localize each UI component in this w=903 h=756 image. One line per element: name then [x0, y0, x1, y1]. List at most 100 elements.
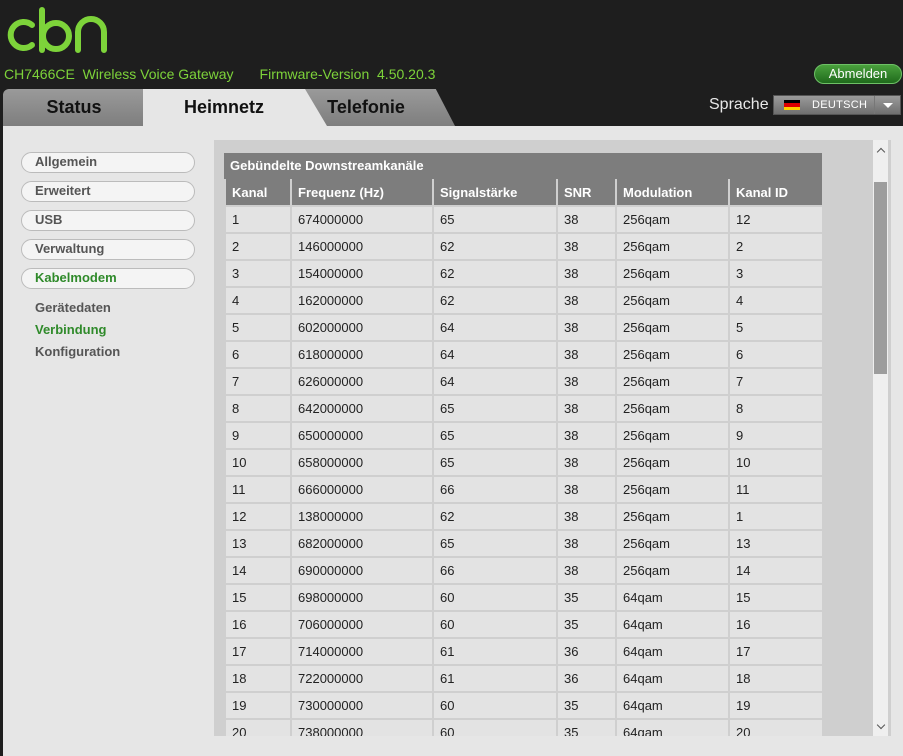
table-cell: 36 — [556, 664, 617, 693]
table-cell: 12 — [224, 502, 292, 531]
table-cell: 256qam — [615, 205, 730, 234]
table-cell: 60 — [432, 718, 558, 736]
germany-flag-icon — [784, 100, 800, 110]
table-row: 5 602000000 64 38 256qam 5 — [224, 313, 824, 342]
table-cell: 16 — [224, 610, 292, 639]
column-header: Frequenz (Hz) — [290, 179, 434, 207]
table-cell: 698000000 — [290, 583, 434, 612]
table-cell: 4 — [224, 286, 292, 315]
table-cell: 602000000 — [290, 313, 434, 342]
column-header: Kanal — [224, 179, 292, 207]
sidebar-item-usb[interactable]: USB — [21, 210, 195, 231]
column-header: Kanal ID — [728, 179, 824, 207]
table-cell: 65 — [432, 448, 558, 477]
table-body: 1 674000000 65 38 256qam 12 2 146000000 62 38 256q… — [224, 205, 824, 736]
downstream-table: Kanal Frequenz (Hz) Signalstärke SNR Mod… — [224, 179, 824, 736]
table-cell: 3 — [728, 259, 824, 288]
table-cell: 60 — [432, 610, 558, 639]
table-cell: 65 — [432, 529, 558, 558]
table-cell: 5 — [224, 313, 292, 342]
table-cell: 8 — [224, 394, 292, 423]
table-row: 4 162000000 62 38 256qam 4 — [224, 286, 824, 315]
main-panel: Allgemein Erweitert USB Verwaltung Kabel… — [3, 126, 903, 756]
table-cell: 38 — [556, 313, 617, 342]
table-cell: 64qam — [615, 718, 730, 736]
table-cell: 62 — [432, 259, 558, 288]
language-selected: DEUTSCH — [812, 99, 868, 111]
table-cell: 256qam — [615, 448, 730, 477]
tab-heimnetz[interactable]: Heimnetz — [143, 89, 327, 126]
sidebar: Allgemein Erweitert USB Verwaltung Kabel… — [21, 152, 197, 363]
column-header: Modulation — [615, 179, 730, 207]
sidebar-subitem-geraetedaten[interactable]: Gerätedaten — [21, 297, 197, 319]
table-cell: 38 — [556, 448, 617, 477]
table-cell: 658000000 — [290, 448, 434, 477]
table-cell: 13 — [728, 529, 824, 558]
table-row: 11 666000000 66 38 256qam 11 — [224, 475, 824, 504]
table-cell: 61 — [432, 664, 558, 693]
table-cell: 38 — [556, 421, 617, 450]
table-cell: 11 — [224, 475, 292, 504]
table-cell: 38 — [556, 259, 617, 288]
table-cell: 256qam — [615, 556, 730, 585]
table-cell: 12 — [728, 205, 824, 234]
table-cell: 10 — [728, 448, 824, 477]
table-cell: 35 — [556, 691, 617, 720]
table-cell: 256qam — [615, 367, 730, 396]
column-header: Signalstärke — [432, 179, 558, 207]
table-cell: 256qam — [615, 313, 730, 342]
table-row: 15 698000000 60 35 64qam 15 — [224, 583, 824, 612]
table-row: 1 674000000 65 38 256qam 12 — [224, 205, 824, 234]
table-cell: 674000000 — [290, 205, 434, 234]
sidebar-item-allgemein[interactable]: Allgemein — [21, 152, 195, 173]
table-cell: 626000000 — [290, 367, 434, 396]
scroll-up-icon[interactable] — [873, 142, 888, 158]
device-name: CH7466CE Wireless Voice Gateway — [4, 66, 234, 82]
table-cell: 65 — [432, 394, 558, 423]
table-cell: 38 — [556, 502, 617, 531]
language-label: Sprache — [709, 96, 769, 113]
table-cell: 618000000 — [290, 340, 434, 369]
sidebar-item-verwaltung[interactable]: Verwaltung — [21, 239, 195, 260]
table-cell: 650000000 — [290, 421, 434, 450]
vertical-scrollbar[interactable] — [873, 140, 888, 736]
table-cell: 256qam — [615, 286, 730, 315]
tab-status[interactable]: Status — [3, 89, 145, 126]
sidebar-subitem-konfiguration[interactable]: Konfiguration — [21, 341, 197, 363]
table-cell: 14 — [224, 556, 292, 585]
table-cell: 8 — [728, 394, 824, 423]
table-cell: 62 — [432, 286, 558, 315]
sidebar-item-erweitert[interactable]: Erweitert — [21, 181, 195, 202]
logout-button[interactable]: Abmelden — [814, 64, 902, 84]
table-cell: 60 — [432, 583, 558, 612]
table-row: 10 658000000 65 38 256qam 10 — [224, 448, 824, 477]
table-cell: 10 — [224, 448, 292, 477]
table-cell: 62 — [432, 232, 558, 261]
table-cell: 14 — [728, 556, 824, 585]
table-cell: 64 — [432, 367, 558, 396]
table-cell: 2 — [224, 232, 292, 261]
table-cell: 13 — [224, 529, 292, 558]
table-cell: 36 — [556, 637, 617, 666]
table-cell: 35 — [556, 610, 617, 639]
chevron-down-icon[interactable] — [874, 96, 900, 114]
table-cell: 17 — [224, 637, 292, 666]
sidebar-subitem-verbindung[interactable]: Verbindung — [21, 319, 197, 341]
table-cell: 66 — [432, 475, 558, 504]
table-cell: 35 — [556, 718, 617, 736]
language-select[interactable]: DEUTSCH — [773, 95, 901, 115]
table-cell: 38 — [556, 367, 617, 396]
table-cell: 60 — [432, 691, 558, 720]
content-area: Gebündelte Downstreamkanäle Kanal Freque… — [214, 140, 891, 736]
scroll-down-icon[interactable] — [873, 718, 888, 734]
table-cell: 162000000 — [290, 286, 434, 315]
sidebar-item-kabelmodem[interactable]: Kabelmodem — [21, 268, 195, 289]
table-cell: 6 — [728, 340, 824, 369]
table-cell: 19 — [224, 691, 292, 720]
table-cell: 3 — [224, 259, 292, 288]
table-header-row: Kanal Frequenz (Hz) Signalstärke SNR Mod… — [224, 179, 824, 207]
table-cell: 64qam — [615, 664, 730, 693]
scroll-thumb[interactable] — [874, 182, 887, 374]
table-row: 14 690000000 66 38 256qam 14 — [224, 556, 824, 585]
table-row: 19 730000000 60 35 64qam 19 — [224, 691, 824, 720]
